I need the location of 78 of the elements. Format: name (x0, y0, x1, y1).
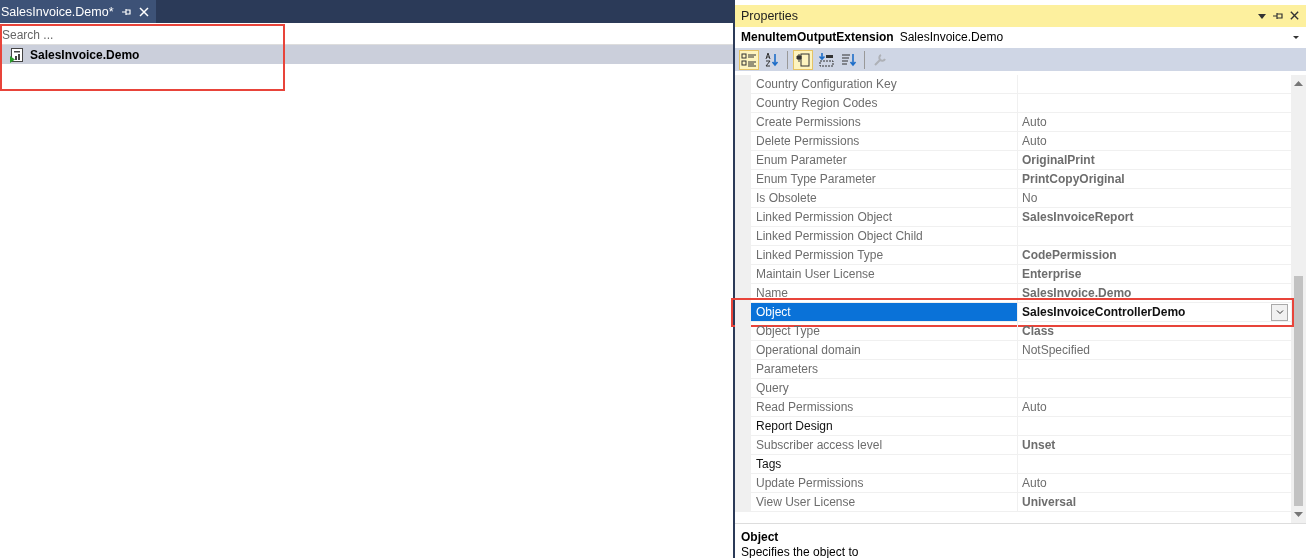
property-row[interactable]: Tags (735, 455, 1291, 475)
tree-item[interactable]: SalesInvoice.Demo (0, 45, 733, 64)
property-name: View User License (751, 493, 1018, 513)
property-row[interactable]: Query (735, 379, 1291, 399)
close-icon[interactable] (1289, 10, 1300, 22)
property-value: No (1022, 191, 1038, 206)
property-name: Country Region Codes (751, 94, 1018, 114)
property-row[interactable]: Linked Permission Object SalesInvoiceReport (735, 208, 1291, 228)
property-name: Subscriber access level (751, 436, 1018, 456)
property-row[interactable]: Operational domain NotSpecified (735, 341, 1291, 361)
property-row[interactable]: Report Design (735, 417, 1291, 437)
report-icon (9, 46, 25, 63)
property-value: NotSpecified (1022, 343, 1091, 358)
property-row[interactable]: Linked Permission Object Child (735, 227, 1291, 247)
scroll-down-icon[interactable] (1294, 512, 1303, 518)
dropdown-icon[interactable] (1292, 33, 1300, 42)
property-row[interactable]: Linked Permission Type CodePermission (735, 246, 1291, 266)
property-row[interactable]: Enum Type Parameter PrintCopyOriginal (735, 170, 1291, 190)
property-row[interactable]: Update Permissions Auto (735, 474, 1291, 494)
property-value: CodePermission (1022, 248, 1117, 263)
property-value: Unset (1022, 438, 1056, 453)
property-value: Auto (1022, 115, 1047, 130)
property-name: Enum Parameter (751, 151, 1018, 171)
property-row[interactable]: Read Permissions Auto (735, 398, 1291, 418)
property-value: PrintCopyOriginal (1022, 172, 1125, 187)
categorized-button[interactable] (739, 49, 759, 70)
object-name: SalesInvoice.Demo (899, 30, 1004, 45)
property-name: Tags (751, 455, 1018, 475)
property-row[interactable]: Maintain User License Enterprise (735, 265, 1291, 285)
property-value: Auto (1022, 134, 1047, 149)
property-name: Is Obsolete (751, 189, 1018, 209)
property-value: Class (1022, 324, 1055, 339)
property-row[interactable]: Country Region Codes (735, 94, 1291, 114)
property-name: Read Permissions (751, 398, 1018, 418)
properties-button[interactable] (793, 49, 813, 70)
property-name: Parameters (751, 360, 1018, 380)
property-name: Linked Permission Object Child (751, 227, 1018, 247)
property-name: Query (751, 379, 1018, 399)
property-name: Linked Permission Object (751, 208, 1018, 228)
document-tab[interactable]: SalesInvoice.Demo* (0, 0, 156, 23)
scrollbar[interactable] (1291, 75, 1306, 523)
property-value: Auto (1022, 400, 1047, 415)
description-text: Specifies the object to (741, 546, 860, 558)
property-row[interactable]: Create Permissions Auto (735, 113, 1291, 133)
property-value: SalesInvoiceReport (1022, 210, 1134, 225)
property-row[interactable]: Parameters (735, 360, 1291, 380)
description-title: Object (741, 530, 780, 544)
property-name: Object Type (751, 322, 1018, 342)
property-name: Report Design (751, 417, 1018, 437)
property-value: Auto (1022, 476, 1047, 491)
property-name: Delete Permissions (751, 132, 1018, 152)
property-row[interactable]: Subscriber access level Unset (735, 436, 1291, 456)
property-row[interactable]: Enum Parameter OriginalPrint (735, 151, 1291, 171)
property-name: Linked Permission Type (751, 246, 1018, 266)
property-row[interactable]: Object SalesInvoiceControllerDemo (735, 303, 1291, 323)
property-value: Universal (1022, 495, 1077, 510)
property-name: Create Permissions (751, 113, 1018, 133)
property-name: Operational domain (751, 341, 1018, 361)
object-selector[interactable]: MenuItemOutputExtension SalesInvoice.Demo (735, 26, 1306, 48)
property-value: SalesInvoiceControllerDemo (1022, 305, 1186, 320)
property-row[interactable]: Is Obsolete No (735, 189, 1291, 209)
object-type: MenuItemOutputExtension (741, 30, 894, 45)
property-name: Enum Type Parameter (751, 170, 1018, 190)
property-value: SalesInvoice.Demo (1022, 286, 1132, 301)
property-value: Enterprise (1022, 267, 1082, 282)
scroll-up-icon[interactable] (1294, 80, 1303, 87)
dropdown-button[interactable] (1271, 304, 1288, 321)
property-value: OriginalPrint (1022, 153, 1095, 168)
property-name: Update Permissions (751, 474, 1018, 494)
property-name: Object (751, 303, 1018, 323)
tab-title: SalesInvoice.Demo* (1, 4, 114, 19)
panel-title: Properties (741, 8, 798, 23)
property-row[interactable]: View User License Universal (735, 493, 1291, 513)
property-row[interactable]: Delete Permissions Auto (735, 132, 1291, 152)
property-row[interactable]: Country Configuration Key (735, 75, 1291, 95)
property-name: Country Configuration Key (751, 75, 1018, 95)
property-name: Maintain User License (751, 265, 1018, 285)
property-row[interactable]: Object Type Class (735, 322, 1291, 342)
